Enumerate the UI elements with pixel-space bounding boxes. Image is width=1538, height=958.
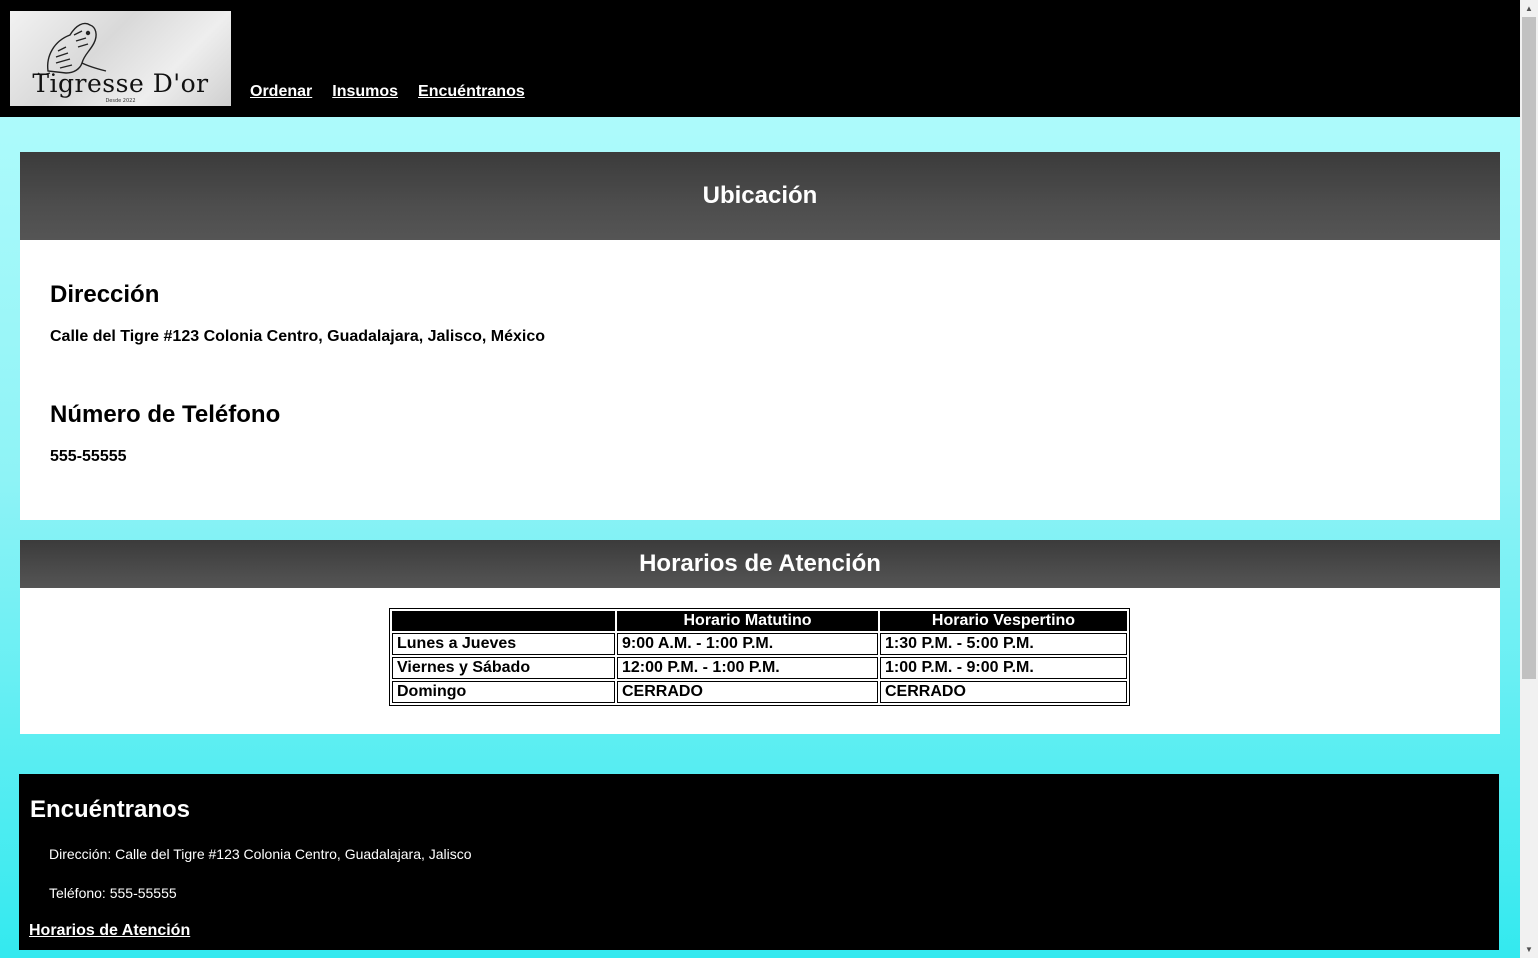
ubicacion-header: Ubicación	[20, 152, 1500, 240]
scrollbar-thumb[interactable]	[1522, 17, 1536, 679]
table-header-cell: Horario Vespertino	[880, 611, 1127, 631]
logo-subtitle: Desde 2022	[105, 98, 136, 104]
logo[interactable]: Tigresse D'or Desde 2022	[10, 11, 231, 106]
logo-wordmark: Tigresse D'or	[32, 69, 209, 98]
table-row: Viernes y Sábado 12:00 P.M. - 1:00 P.M. …	[392, 657, 1127, 679]
table-cell: CERRADO	[880, 681, 1127, 703]
table-row: Domingo CERRADO CERRADO	[392, 681, 1127, 703]
table-cell: 1:00 P.M. - 9:00 P.M.	[880, 657, 1127, 679]
footer-telefono: Teléfono: 555-55555	[49, 885, 177, 901]
table-cell: 9:00 A.M. - 1:00 P.M.	[617, 633, 878, 655]
table-cell: Lunes a Jueves	[392, 633, 615, 655]
horarios-title: Horarios de Atención	[639, 550, 881, 577]
footer-horarios-link[interactable]: Horarios de Atención	[29, 922, 190, 940]
ubicacion-section: Dirección Calle del Tigre #123 Colonia C…	[20, 240, 1500, 520]
table-header-cell	[392, 611, 615, 631]
vertical-scrollbar[interactable]: ▲ ▼	[1520, 0, 1538, 958]
scroll-down-arrow-icon[interactable]: ▼	[1520, 941, 1538, 958]
nav-link-insumos[interactable]: Insumos	[332, 83, 398, 101]
telefono-heading: Número de Teléfono	[50, 401, 281, 428]
page: Tigresse D'or Desde 2022 Ordenar Insumos…	[0, 0, 1520, 958]
direccion-text: Calle del Tigre #123 Colonia Centro, Gua…	[50, 328, 545, 345]
scroll-up-arrow-icon[interactable]: ▲	[1520, 0, 1538, 17]
direccion-heading: Dirección	[50, 281, 160, 308]
main-nav: Ordenar Insumos Encuéntranos	[250, 83, 525, 101]
table-cell: 1:30 P.M. - 5:00 P.M.	[880, 633, 1127, 655]
table-row: Lunes a Jueves 9:00 A.M. - 1:00 P.M. 1:3…	[392, 633, 1127, 655]
table-cell: 12:00 P.M. - 1:00 P.M.	[617, 657, 878, 679]
footer: Encuéntranos Dirección: Calle del Tigre …	[19, 774, 1499, 950]
top-navbar: Tigresse D'or Desde 2022 Ordenar Insumos…	[0, 0, 1520, 117]
horarios-section: Horario Matutino Horario Vespertino Lune…	[20, 588, 1500, 734]
telefono-text: 555-55555	[50, 448, 127, 465]
nav-link-encuentranos[interactable]: Encuéntranos	[418, 83, 525, 101]
horarios-table: Horario Matutino Horario Vespertino Lune…	[389, 608, 1130, 706]
ubicacion-title: Ubicación	[702, 182, 818, 209]
table-header-row: Horario Matutino Horario Vespertino	[392, 611, 1127, 631]
footer-direccion: Dirección: Calle del Tigre #123 Colonia …	[49, 846, 472, 862]
horarios-header: Horarios de Atención	[20, 540, 1500, 588]
table-header-cell: Horario Matutino	[617, 611, 878, 631]
table-cell: CERRADO	[617, 681, 878, 703]
nav-link-ordenar[interactable]: Ordenar	[250, 83, 312, 101]
footer-title: Encuéntranos	[30, 796, 191, 823]
table-cell: Domingo	[392, 681, 615, 703]
table-cell: Viernes y Sábado	[392, 657, 615, 679]
